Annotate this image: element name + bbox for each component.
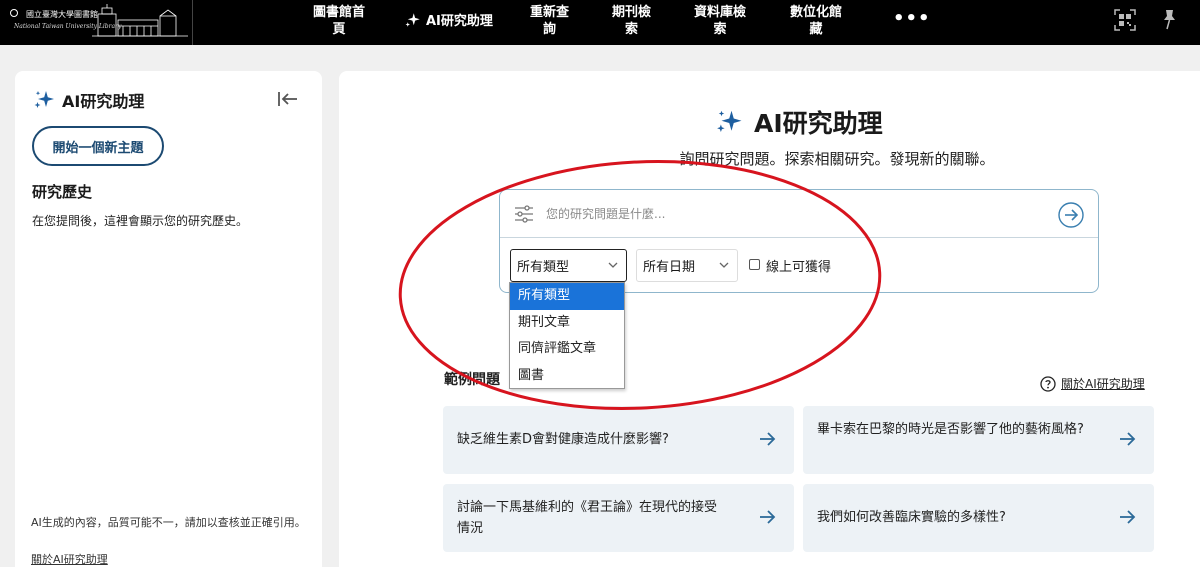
filter-sliders-icon[interactable] — [514, 204, 534, 224]
search-bar — [500, 190, 1098, 238]
sparkle-icon — [405, 12, 420, 27]
example-question-card[interactable]: 畢卡索在巴黎的時光是否影響了他的藝術風格? — [803, 406, 1154, 474]
history-description: 在您提問後，這裡會顯示您的研究歷史。 — [32, 214, 249, 228]
submit-arrow-icon[interactable] — [1058, 202, 1084, 228]
type-option-journal-article[interactable]: 期刊文章 — [510, 310, 624, 337]
example-question-card[interactable]: 討論一下馬基維利的《君王論》在現代的接受情況 — [443, 484, 794, 552]
arrow-right-icon — [760, 432, 776, 446]
main-content-panel: AI研究助理 詢問研究問題。探索相關研究。發現新的關聯。 所有類型 — [339, 71, 1200, 567]
library-logo[interactable]: 國立臺灣大學圖書館 National Taiwan University Lib… — [8, 4, 192, 40]
top-navigation-bar: 國立臺灣大學圖書館 National Taiwan University Lib… — [0, 0, 1200, 45]
research-question-form: 所有類型 所有日期 線上可獲得 — [499, 189, 1099, 293]
qr-code-icon[interactable] — [1114, 9, 1136, 31]
example-question-card[interactable]: 我們如何改善臨床實驗的多樣性? — [803, 484, 1154, 552]
example-question-text: 缺乏維生素D會對健康造成什麼影響? — [457, 432, 669, 447]
chevron-down-icon — [719, 262, 729, 268]
page-subtitle: 詢問研究問題。探索相關研究。發現新的關聯。 — [679, 150, 995, 168]
research-history-sidebar: AI研究助理 開始一個新主題 研究歷史 在您提問後，這裡會顯示您的研究歷史。 A… — [15, 71, 322, 567]
about-ai-link[interactable]: 關於AI研究助理 — [1040, 375, 1145, 392]
date-filter-value: 所有日期 — [643, 260, 696, 275]
page-title: AI研究助理 — [714, 104, 883, 140]
logo-divider — [192, 0, 193, 45]
chevron-down-icon — [608, 262, 618, 268]
type-options-dropdown: 所有類型 期刊文章 同儕評鑑文章 圖書 — [509, 282, 625, 389]
history-heading: 研究歷史 — [32, 183, 93, 201]
examples-heading: 範例問題 — [444, 372, 500, 388]
nav-ai-assistant-label: AI研究助理 — [426, 14, 493, 29]
type-option-peer-reviewed[interactable]: 同儕評鑑文章 — [510, 336, 624, 363]
nav-database-search[interactable]: 資料庫檢 索 — [694, 4, 746, 38]
nav-journal-search[interactable]: 期刊檢 索 — [612, 4, 651, 38]
question-circle-icon — [1040, 375, 1056, 392]
about-ai-link-text: 關於AI研究助理 — [1061, 377, 1145, 391]
research-question-input[interactable] — [546, 202, 1046, 226]
online-available-checkbox[interactable] — [749, 259, 760, 270]
arrow-right-icon — [760, 510, 776, 524]
sidebar-header: AI研究助理 — [32, 88, 144, 112]
online-available-label[interactable]: 線上可獲得 — [766, 256, 831, 275]
sparkle-icon — [34, 91, 54, 108]
type-option-all[interactable]: 所有類型 — [510, 283, 624, 310]
new-topic-button[interactable]: 開始一個新主題 — [32, 126, 164, 166]
example-question-text: 討論一下馬基維利的《君王論》在現代的接受情況 — [457, 500, 718, 536]
nav-digital-collections[interactable]: 數位化館 藏 — [790, 4, 842, 38]
type-filter-select[interactable]: 所有類型 — [510, 249, 627, 282]
date-filter-select[interactable]: 所有日期 — [636, 249, 738, 282]
nav-ai-assistant[interactable]: AI研究助理 — [404, 10, 493, 29]
nav-more-button[interactable]: ••• — [893, 8, 931, 29]
arrow-right-icon — [1120, 432, 1136, 446]
example-question-text: 畢卡索在巴黎的時光是否影響了他的藝術風格? — [817, 422, 1084, 437]
arrow-right-icon — [1120, 510, 1136, 524]
collapse-sidebar-icon[interactable] — [277, 90, 299, 108]
example-question-card[interactable]: 缺乏維生素D會對健康造成什麼影響? — [443, 406, 794, 474]
nav-library-home[interactable]: 圖書館首 頁 — [313, 4, 365, 38]
nav-new-search[interactable]: 重新查 詢 — [530, 4, 569, 38]
example-question-text: 我們如何改善臨床實驗的多樣性? — [817, 510, 1006, 525]
type-filter-value: 所有類型 — [517, 260, 570, 275]
logo-name-zh: 國立臺灣大學圖書館 — [26, 10, 98, 19]
sparkle-icon — [717, 110, 742, 132]
sidebar-title: AI研究助理 — [62, 92, 145, 111]
type-option-book[interactable]: 圖書 — [510, 363, 624, 390]
ai-disclaimer: AI生成的內容，品質可能不一，請加以查核並正確引用。 — [31, 516, 306, 529]
logo-name-en: National Taiwan University Library — [14, 23, 122, 30]
pin-icon[interactable] — [1160, 8, 1178, 30]
page-title-text: AI研究助理 — [754, 109, 883, 138]
about-ai-link-sidebar[interactable]: 關於AI研究助理 — [31, 551, 108, 567]
